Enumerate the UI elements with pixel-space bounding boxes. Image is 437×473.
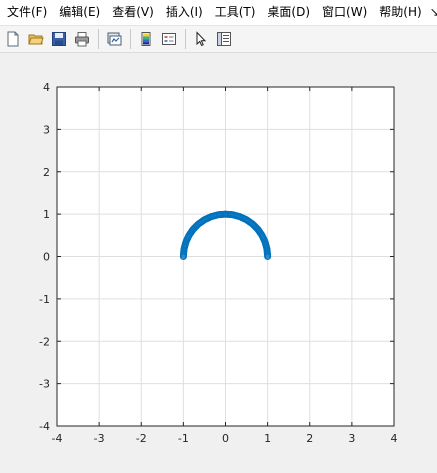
toolbar-separator xyxy=(130,29,131,49)
save-disk-icon xyxy=(52,32,66,46)
x-tick-label: -2 xyxy=(136,432,147,445)
property-inspector-button[interactable] xyxy=(213,28,235,50)
menu-overflow-icon[interactable]: ↘ xyxy=(427,0,437,25)
y-tick-label: 0 xyxy=(43,251,50,264)
toolbar-separator xyxy=(98,29,99,49)
x-tick-label: -4 xyxy=(52,432,63,445)
new-figure-button[interactable] xyxy=(2,28,24,50)
insert-colorbar-button[interactable] xyxy=(135,28,157,50)
x-tick-label: 0 xyxy=(222,432,229,445)
menu-insert[interactable]: 插入(I) xyxy=(159,0,208,25)
open-file-button[interactable] xyxy=(25,28,47,50)
x-tick-label: -1 xyxy=(178,432,189,445)
plot-axes[interactable]: -4 -3 -2 -1 0 1 2 3 4 4 3 2 1 0 -1 -2 -3 -4 xyxy=(0,53,437,473)
colorbar-icon xyxy=(141,32,151,46)
link-plot-button[interactable] xyxy=(103,28,125,50)
x-tick-label: 1 xyxy=(264,432,271,445)
print-figure-button[interactable] xyxy=(71,28,93,50)
menu-edit[interactable]: 编辑(E) xyxy=(52,0,105,25)
new-file-icon xyxy=(7,31,19,47)
edit-plot-button[interactable] xyxy=(190,28,212,50)
menu-tools[interactable]: 工具(T) xyxy=(208,0,261,25)
figure-canvas: -4 -3 -2 -1 0 1 2 3 4 4 3 2 1 0 -1 -2 -3 -4 xyxy=(0,53,437,473)
figure-toolbar xyxy=(0,25,437,53)
legend-icon xyxy=(162,33,176,45)
menu-file[interactable]: 文件(F) xyxy=(0,0,52,25)
toolbar-separator xyxy=(185,29,186,49)
y-tick-label: -2 xyxy=(39,335,50,348)
y-tick-label: -3 xyxy=(39,378,50,391)
link-plot-icon xyxy=(107,32,122,46)
x-tick-label: -3 xyxy=(94,432,105,445)
y-tick-label: 1 xyxy=(43,208,50,221)
x-tick-label: 2 xyxy=(306,432,313,445)
printer-icon xyxy=(75,32,89,47)
insert-legend-button[interactable] xyxy=(158,28,180,50)
menu-window[interactable]: 窗口(W) xyxy=(315,0,372,25)
save-figure-button[interactable] xyxy=(48,28,70,50)
y-tick-label: -4 xyxy=(39,420,50,433)
y-tick-label: 2 xyxy=(43,166,50,179)
y-tick-label: -1 xyxy=(39,293,50,306)
open-folder-icon xyxy=(28,34,44,45)
pointer-arrow-icon xyxy=(196,31,207,47)
y-tick-label: 3 xyxy=(43,123,50,136)
menu-help[interactable]: 帮助(H) xyxy=(372,0,426,25)
menu-desktop[interactable]: 桌面(D) xyxy=(260,0,315,25)
x-tick-label: 4 xyxy=(391,432,398,445)
property-inspector-icon xyxy=(217,32,231,46)
menu-bar: 文件(F) 编辑(E) 查看(V) 插入(I) 工具(T) 桌面(D) 窗口(W) 帮助(H)… xyxy=(0,0,437,25)
y-tick-label: 4 xyxy=(43,81,50,94)
menu-view[interactable]: 查看(V) xyxy=(105,0,159,25)
x-tick-label: 3 xyxy=(348,432,355,445)
